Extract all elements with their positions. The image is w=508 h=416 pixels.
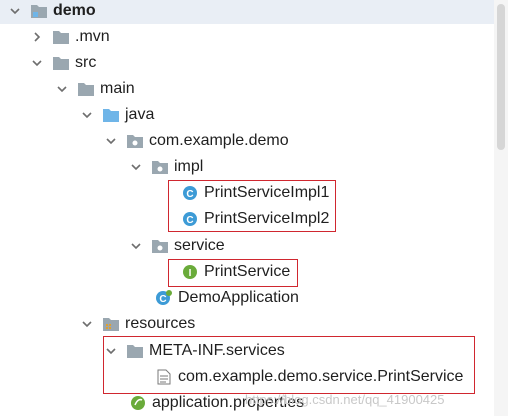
tree-item-label: META-INF.services xyxy=(149,342,285,359)
folder-icon xyxy=(126,342,144,360)
scrollbar-thumb[interactable] xyxy=(497,4,505,150)
tree-item-label: PrintServiceImpl1 xyxy=(204,184,330,201)
tree-item-label: com.example.demo xyxy=(149,132,289,149)
tree-item-demo[interactable]: demo xyxy=(0,0,494,24)
tree-item-mvn[interactable]: .mvn xyxy=(0,24,494,50)
vertical-scrollbar[interactable] xyxy=(494,0,508,416)
svg-text:C: C xyxy=(159,294,166,305)
chevron-down-icon[interactable] xyxy=(80,317,94,331)
chevron-down-icon[interactable] xyxy=(129,239,143,253)
package-icon xyxy=(151,237,169,255)
tree-item-label: com.example.demo.service.PrintService xyxy=(178,368,464,385)
tree-item-printserviceimpl2[interactable]: C PrintServiceImpl2 xyxy=(0,206,494,232)
package-icon xyxy=(126,132,144,150)
svg-text:I: I xyxy=(189,268,192,279)
folder-icon xyxy=(52,54,70,72)
tree-item-label: PrintService xyxy=(204,263,291,280)
chevron-down-icon[interactable] xyxy=(80,108,94,122)
tree-item-java[interactable]: java xyxy=(0,102,494,128)
chevron-right-icon[interactable] xyxy=(30,30,44,44)
tree-item-service[interactable]: service xyxy=(0,233,494,259)
source-folder-icon xyxy=(102,106,120,124)
tree-item-label: java xyxy=(125,106,155,123)
tree-item-com-example-demo[interactable]: com.example.demo xyxy=(0,128,494,154)
tree-item-label: src xyxy=(75,54,97,71)
tree-item-label: DemoApplication xyxy=(178,289,299,306)
class-icon: C xyxy=(181,184,199,202)
tree-item-src[interactable]: src xyxy=(0,50,494,76)
chevron-down-icon[interactable] xyxy=(30,56,44,70)
tree-item-main[interactable]: main xyxy=(0,76,494,102)
svg-text:C: C xyxy=(186,189,193,200)
tree-item-resources[interactable]: resources xyxy=(0,311,494,337)
package-icon xyxy=(151,158,169,176)
svg-text:C: C xyxy=(186,215,193,226)
tree-item-label: service xyxy=(174,237,225,254)
tree-item-service-file[interactable]: com.example.demo.service.PrintService xyxy=(0,364,494,390)
tree-item-label: PrintServiceImpl2 xyxy=(204,210,330,227)
tree-item-label: .mvn xyxy=(75,28,110,45)
chevron-down-icon[interactable] xyxy=(55,82,69,96)
interface-icon: I xyxy=(181,263,199,281)
text-file-icon xyxy=(155,368,173,386)
tree-item-printservice[interactable]: I PrintService xyxy=(0,259,494,285)
tree-item-label: impl xyxy=(174,158,204,175)
tree-item-label: main xyxy=(100,80,135,97)
folder-icon xyxy=(52,28,70,46)
class-icon: C xyxy=(181,210,199,228)
watermark-text: https://blog.csdn.net/qq_41900425 xyxy=(245,392,445,407)
chevron-down-icon[interactable] xyxy=(104,344,118,358)
tree-item-impl[interactable]: impl xyxy=(0,154,494,180)
tree-item-label: demo xyxy=(53,2,96,19)
folder-icon xyxy=(77,80,95,98)
resources-folder-icon xyxy=(102,315,120,333)
tree-item-label: resources xyxy=(125,315,196,332)
tree-item-printserviceimpl1[interactable]: C PrintServiceImpl1 xyxy=(0,180,494,206)
tree-item-meta-inf-services[interactable]: META-INF.services xyxy=(0,338,494,364)
chevron-down-icon[interactable] xyxy=(129,160,143,174)
tree-item-demoapplication[interactable]: C DemoApplication xyxy=(0,285,494,311)
project-folder-icon xyxy=(30,2,48,20)
chevron-down-icon[interactable] xyxy=(104,134,118,148)
properties-file-icon xyxy=(129,394,147,412)
chevron-down-icon[interactable] xyxy=(8,4,22,18)
spring-boot-class-icon: C xyxy=(155,289,173,307)
